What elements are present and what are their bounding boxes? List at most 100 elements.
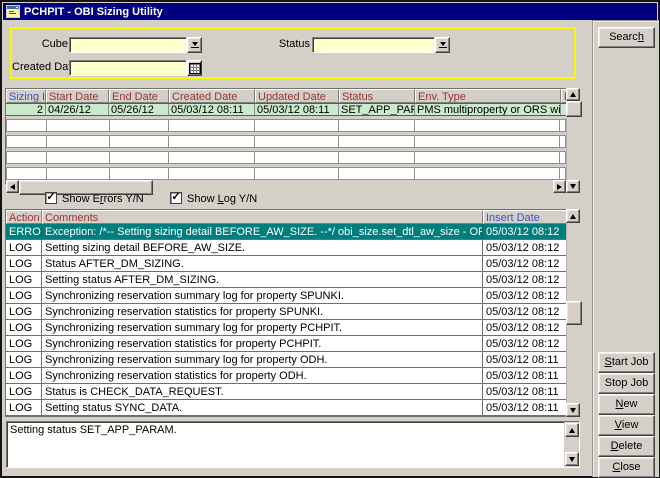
- check-icon: ✓: [46, 192, 55, 203]
- cell-comment: Status is CHECK_DATA_REQUEST.: [42, 384, 483, 399]
- log-row[interactable]: LOG Synchronizing reservation statistics…: [6, 304, 566, 320]
- cell-insert-date: 05/03/12 08:12: [483, 256, 566, 271]
- cell-action: LOG: [6, 272, 42, 287]
- delete-button[interactable]: Delete: [598, 436, 655, 457]
- log-row[interactable]: LOG Status is CHECK_DATA_REQUEST. 05/03/…: [6, 384, 566, 400]
- cell-comment: Synchronizing reservation summary log fo…: [42, 288, 483, 303]
- cell-action: LOG: [6, 352, 42, 367]
- jobs-grid-vscrollbar[interactable]: [566, 88, 580, 180]
- cell-end-date: 05/26/12: [109, 104, 169, 115]
- cell-insert-date: 05/03/12 08:11: [483, 384, 566, 399]
- column-header-start-date: Start Date: [46, 89, 109, 103]
- scroll-up-button[interactable]: [566, 209, 580, 223]
- status-dropdown-button[interactable]: [435, 37, 450, 53]
- cell-action: LOG: [6, 336, 42, 351]
- cell-comment: Setting status AFTER_DM_SIZING.: [42, 272, 483, 287]
- table-row[interactable]: 2 04/26/12 05/26/12 05/03/12 08:11 05/03…: [6, 103, 566, 116]
- show-errors-label: Show Errors Y/N: [62, 193, 144, 205]
- log-row[interactable]: LOG Setting status AFTER_DM_SIZING. 05/0…: [6, 272, 566, 288]
- log-row[interactable]: LOG Synchronizing reservation summary lo…: [6, 352, 566, 368]
- cell-comment: Status AFTER_DM_SIZING.: [42, 256, 483, 271]
- cell-action: LOG: [6, 320, 42, 335]
- column-header-insert-date: Insert Date: [483, 210, 566, 224]
- title-bar[interactable]: PCHPIT - OBI Sizing Utility: [3, 3, 657, 20]
- cell-insert-date: 05/03/12 08:11: [483, 352, 566, 367]
- cell-comment: Synchronizing reservation summary log fo…: [42, 320, 483, 335]
- start-job-button[interactable]: Start Job: [598, 352, 655, 373]
- search-button[interactable]: Search: [598, 27, 655, 48]
- arrow-down-icon: [570, 184, 576, 189]
- log-row[interactable]: LOG Synchronizing reservation statistics…: [6, 368, 566, 384]
- cell-action: LOG: [6, 368, 42, 383]
- vscroll-thumb[interactable]: [566, 301, 582, 325]
- table-row[interactable]: [6, 119, 566, 132]
- arrow-up-icon: [570, 214, 576, 219]
- cube-label: Cube: [20, 38, 68, 50]
- scroll-down-button[interactable]: [566, 403, 580, 417]
- cell-insert-date: 05/03/12 08:12: [483, 304, 566, 319]
- window-title: PCHPIT - OBI Sizing Utility: [24, 6, 163, 18]
- app-window: PCHPIT - OBI Sizing Utility Cube Status …: [0, 0, 660, 478]
- log-row[interactable]: LOG Status AFTER_DM_SIZING. 05/03/12 08:…: [6, 256, 566, 272]
- cell-action: LOG: [6, 288, 42, 303]
- column-header-action: Action: [6, 210, 42, 224]
- cell-created-date: 05/03/12 08:11: [169, 104, 255, 115]
- arrow-down-icon: [570, 408, 576, 413]
- cube-input[interactable]: [69, 37, 187, 53]
- table-row[interactable]: [6, 167, 566, 180]
- action-button-panel: Search Start Job Stop Job New View Delet…: [592, 20, 659, 477]
- cell-comment: Synchronizing reservation summary log fo…: [42, 352, 483, 367]
- stop-job-button[interactable]: Stop Job: [598, 373, 655, 394]
- log-filter-row: ✓ Show Errors Y/N ✓ Show Log Y/N: [2, 192, 580, 206]
- cube-dropdown-button[interactable]: [187, 37, 202, 53]
- search-criteria-panel: Cube Status Created Date: [10, 27, 576, 79]
- cell-action: ERROR: [6, 224, 42, 239]
- detail-vscrollbar[interactable]: [564, 422, 579, 467]
- cell-action: LOG: [6, 400, 42, 415]
- show-log-checkbox[interactable]: ✓: [170, 192, 182, 204]
- created-date-calendar-button[interactable]: [187, 60, 202, 76]
- column-header-comments: Comments: [42, 210, 483, 224]
- check-icon: ✓: [171, 192, 180, 203]
- log-row[interactable]: LOG Setting status SYNC_DATA. 05/03/12 0…: [6, 400, 566, 416]
- scroll-up-button[interactable]: [565, 423, 579, 437]
- cell-updated-date: 05/03/12 08:11: [255, 104, 339, 115]
- table-row[interactable]: [6, 135, 566, 148]
- sizing-jobs-grid: Sizing ID Start Date End Date Created Da…: [5, 88, 567, 184]
- log-row[interactable]: ERROR Exception: /*-- Setting sizing det…: [6, 224, 566, 240]
- log-row[interactable]: LOG Synchronizing reservation summary lo…: [6, 288, 566, 304]
- table-row[interactable]: [6, 151, 566, 164]
- column-header-status: Status: [339, 89, 415, 103]
- cell-env-type: PMS multiproperty or ORS with only i: [415, 104, 561, 115]
- log-row[interactable]: LOG Synchronizing reservation summary lo…: [6, 320, 566, 336]
- cell-status: SET_APP_PARAM: [339, 104, 415, 115]
- status-input[interactable]: [312, 37, 435, 53]
- log-grid-header: Action Comments Insert Date: [6, 210, 566, 224]
- scroll-up-button[interactable]: [566, 88, 580, 101]
- cell-insert-date: 05/03/12 08:12: [483, 336, 566, 351]
- cell-action: LOG: [6, 384, 42, 399]
- close-button[interactable]: Close: [598, 457, 655, 478]
- log-row[interactable]: LOG Synchronizing reservation statistics…: [6, 336, 566, 352]
- show-errors-checkbox[interactable]: ✓: [45, 192, 57, 204]
- log-grid: Action Comments Insert Date ERROR Except…: [5, 209, 567, 417]
- column-header-end-date: End Date: [109, 89, 169, 103]
- dropdown-arrow-icon: [191, 42, 199, 48]
- cell-insert-date: 05/03/12 08:12: [483, 240, 566, 255]
- cell-action: LOG: [6, 304, 42, 319]
- column-header-created-date: Created Date: [169, 89, 255, 103]
- cell-comment: Synchronizing reservation statistics for…: [42, 304, 483, 319]
- log-row[interactable]: LOG Setting sizing detail BEFORE_AW_SIZE…: [6, 240, 566, 256]
- column-header-updated-date: Updated Date: [255, 89, 339, 103]
- cell-comment: Exception: /*-- Setting sizing detail BE…: [42, 224, 483, 239]
- cell-action: LOG: [6, 240, 42, 255]
- scroll-down-button[interactable]: [565, 452, 579, 466]
- log-grid-vscrollbar[interactable]: [566, 209, 580, 417]
- view-button[interactable]: View: [598, 415, 655, 436]
- created-date-input[interactable]: [69, 60, 187, 76]
- vscroll-thumb[interactable]: [566, 101, 582, 117]
- new-button[interactable]: New: [598, 394, 655, 415]
- arrow-up-icon: [569, 428, 575, 433]
- cell-insert-date: 05/03/12 08:11: [483, 400, 566, 415]
- detail-text-box[interactable]: Setting status SET_APP_PARAM.: [6, 421, 580, 468]
